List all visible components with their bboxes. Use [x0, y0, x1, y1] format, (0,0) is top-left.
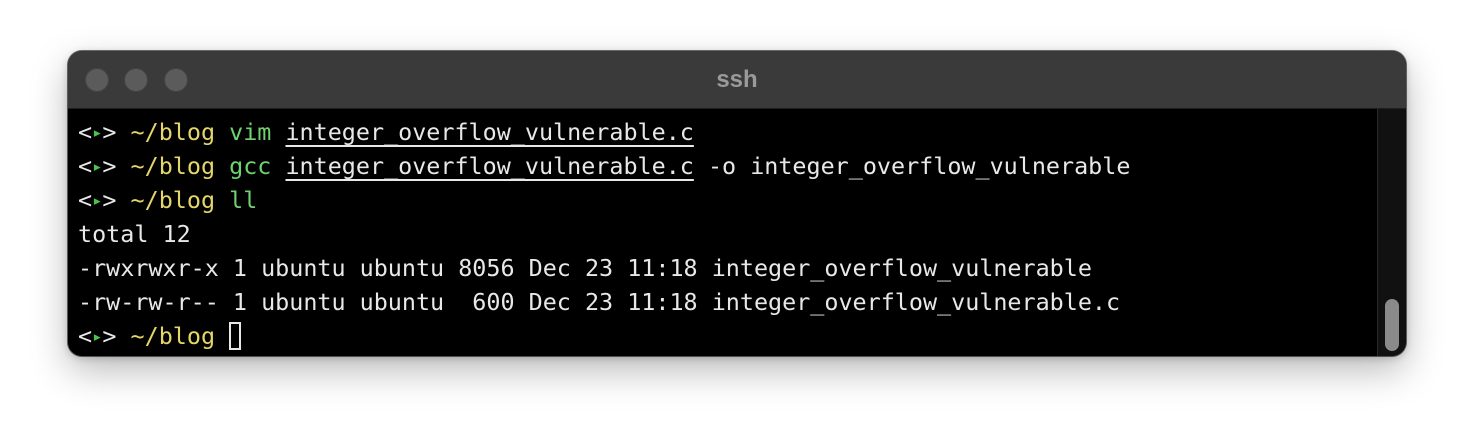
active-prompt-line[interactable]: <▸> ~/blog [78, 319, 1378, 353]
prompt-arrow-icon: ▸ [92, 327, 103, 347]
text-cursor [229, 322, 242, 350]
prompt-close: > [102, 118, 117, 146]
command-argument: integer_overflow_vulnerable.c [285, 152, 694, 180]
prompt-directory: ~/blog [130, 186, 216, 214]
command-argument: integer_overflow_vulnerable.c [285, 118, 694, 146]
prompt-open: < [78, 152, 93, 180]
title-bar[interactable]: ssh [68, 51, 1406, 109]
prompt-arrow-icon: ▸ [92, 157, 103, 177]
command-name: vim [229, 118, 272, 146]
command-name: gcc [229, 152, 272, 180]
terminal-window: ssh <▸> ~/blog vim integer_overflow_vuln… [68, 51, 1406, 356]
scrollbar-thumb[interactable] [1385, 299, 1399, 351]
command-line: <▸> ~/blog gcc integer_overflow_vulnerab… [78, 149, 1378, 183]
scrollbar-track[interactable] [1377, 109, 1406, 356]
prompt-open: < [78, 322, 93, 350]
prompt-directory: ~/blog [130, 152, 216, 180]
command-options: -o integer_overflow_vulnerable [693, 152, 1131, 180]
command-line: <▸> ~/blog vim integer_overflow_vulnerab… [78, 115, 1378, 149]
output-line: -rw-rw-r-- 1 ubuntu ubuntu 600 Dec 23 11… [78, 288, 1121, 316]
command-name: ll [229, 186, 258, 214]
window-title: ssh [716, 66, 758, 93]
output-line: -rwxrwxr-x 1 ubuntu ubuntu 8056 Dec 23 1… [78, 254, 1092, 282]
prompt-arrow-icon: ▸ [92, 123, 103, 143]
prompt-open: < [78, 118, 93, 146]
prompt-directory: ~/blog [130, 118, 216, 146]
terminal-output[interactable]: <▸> ~/blog vim integer_overflow_vulnerab… [68, 109, 1378, 356]
prompt-close: > [102, 322, 117, 350]
command-line: <▸> ~/blog ll [78, 183, 1378, 217]
prompt-close: > [102, 186, 117, 214]
output-line: total 12 [78, 220, 191, 248]
prompt-close: > [102, 152, 117, 180]
prompt-arrow-icon: ▸ [92, 191, 103, 211]
prompt-directory: ~/blog [130, 322, 216, 350]
prompt-open: < [78, 186, 93, 214]
